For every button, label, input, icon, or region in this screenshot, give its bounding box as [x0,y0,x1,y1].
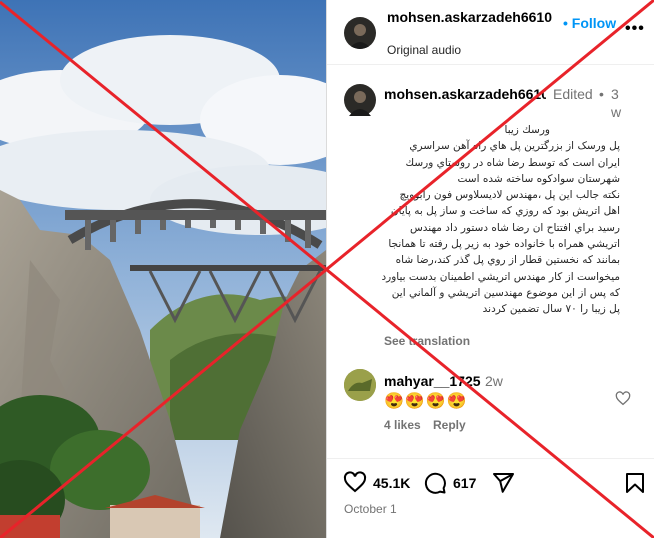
commenter-username[interactable]: mahyar__1725 [384,372,481,390]
edited-label: Edited [553,86,593,102]
post-detail-panel: mohsen.askarzadeh6610 Original audio • F… [326,0,654,538]
caption-line: كه پس از اين موضوع مهندسين اتريشي و آلما… [391,286,620,299]
comment-text: 😍😍😍😍 [384,393,468,410]
original-audio-link[interactable]: Original audio [387,43,461,57]
see-translation-link[interactable]: See translation [384,334,470,348]
caption-username[interactable]: mohsen.askarzadeh6610 [384,85,546,103]
follow-dot-icon: • [563,15,572,31]
comment-bubble-icon [424,472,446,494]
post-actions-bar: 45.1K 617 October 1 [327,458,654,538]
caption-author-avatar[interactable] [344,84,376,116]
caption-line: اهل اتريش بود که روزي که ساخت و ساز پل ب… [390,205,620,218]
likes-count: 45.1K [373,475,411,491]
comment-button[interactable]: 617 [423,471,476,495]
caption-line: بمانند که نخستين قطار از روي پل گذر کند،… [395,254,620,267]
comments-scroll-area[interactable]: mohsen.askarzadeh6610 Edited • 3w ورسك ز… [327,66,654,458]
more-options-icon[interactable]: ••• [625,20,645,38]
caption-line: شهرستان سوادکوه ساخته شده است [457,172,620,185]
commenter-avatar-image [344,369,376,401]
post-header: mohsen.askarzadeh6610 Original audio • F… [327,0,654,65]
follow-label: Follow [571,15,617,31]
comment-likes[interactable]: 4 likes [384,418,421,432]
person-avatar-icon [349,91,371,116]
reply-button[interactable]: Reply [433,418,466,432]
person-avatar-icon [349,24,371,49]
separator-dot: • [599,86,604,102]
caption-line: ايران است که توسط رضا شاه در روستاي ورسك [405,156,620,169]
comment-like-heart-icon[interactable] [615,391,631,407]
commenter-avatar[interactable] [344,369,376,401]
like-button[interactable]: 45.1K [343,471,410,495]
save-button[interactable] [623,471,647,495]
author-username[interactable]: mohsen.askarzadeh6610 [387,8,553,26]
caption-text: ورسك زيبا پل ورسک از بزرگترين پل هاي راه … [381,122,620,318]
caption-line: نکته جالب اين پل ،مهندس لاديسلاوس فون را… [399,189,620,202]
share-button[interactable] [491,471,515,495]
caption-line: اتريشي همراه با خانواده خود به زير پل رف… [388,238,620,251]
heart-icon [343,471,367,493]
caption-timestamp[interactable]: 3w [611,85,623,121]
caption-line: پل زيبا را ۷۰ سال تضمين كردند [482,303,620,316]
post-image[interactable] [0,0,326,538]
bookmark-icon [626,473,644,493]
comments-count: 617 [453,475,477,491]
caption-line: پل ورسک از بزرگترين پل هاي راه آهن سراسر… [409,140,620,153]
caption-line: ورسك زيبا [504,124,551,136]
post-date[interactable]: October 1 [344,502,397,516]
caption-line: رسيد براي افتتاح ان رضا شاه دستور داد مه… [409,221,620,234]
veresk-bridge-photo [0,0,326,538]
comment-timestamp[interactable]: 2w [485,372,503,390]
follow-button[interactable]: • Follow [563,15,616,31]
author-avatar[interactable] [344,17,376,49]
caption-line: ميخواست از کار مهندس اتريشي اطمينان بدست… [381,270,620,283]
paper-plane-icon [493,473,514,493]
